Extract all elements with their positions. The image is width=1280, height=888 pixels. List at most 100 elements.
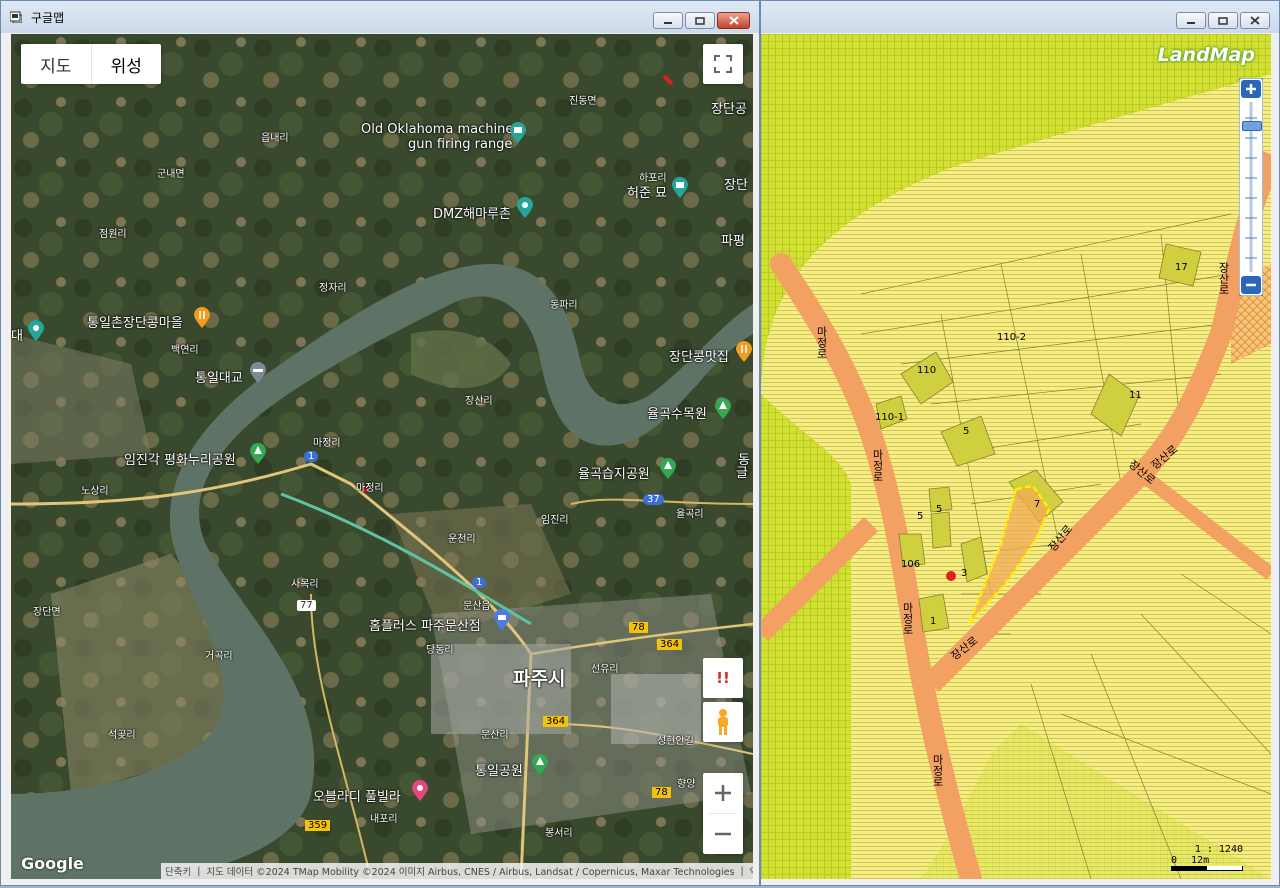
- map-label: 홈플러스 파주문산점: [369, 619, 481, 634]
- parcel-label: 5: [936, 504, 943, 515]
- map-label: 선유리: [591, 664, 619, 675]
- map-label: 마정리: [313, 438, 341, 449]
- close-button[interactable]: [1240, 12, 1270, 29]
- window-title: 구글맵: [31, 11, 65, 25]
- restaurant-icon[interactable]: [735, 341, 753, 363]
- maximize-icon: [695, 16, 705, 25]
- title-bar[interactable]: 구글맵: [1, 1, 759, 33]
- map-label: 통일촌장단콩마을: [87, 316, 183, 331]
- zoom-slider-thumb[interactable]: [1242, 121, 1262, 132]
- street-view-button[interactable]: [703, 702, 743, 742]
- map-label: 동파리: [550, 300, 578, 311]
- minimize-icon: [664, 21, 672, 24]
- close-button[interactable]: [717, 12, 750, 29]
- close-icon: [1250, 16, 1260, 25]
- map-label: 장산리: [465, 396, 493, 407]
- camera-icon[interactable]: [27, 320, 45, 342]
- map-label: 정자리: [319, 283, 347, 294]
- map-label: 점원리: [99, 229, 127, 240]
- zoom-out-icon: [715, 832, 731, 836]
- map-label: 백연리: [171, 345, 199, 356]
- attraction-icon[interactable]: [411, 780, 429, 802]
- fullscreen-icon: [714, 55, 732, 73]
- parcel-label: 5: [963, 426, 970, 437]
- road-label: 마정로: [901, 602, 914, 635]
- minimize-button[interactable]: [653, 12, 683, 29]
- parcel-label: 7: [1034, 499, 1041, 510]
- map-label: 율곡수목원: [647, 407, 707, 422]
- scale-distance: 12m: [1191, 855, 1210, 866]
- map-label: 석곶리: [108, 730, 136, 741]
- park-icon[interactable]: [531, 754, 549, 776]
- map-label: 율곡리: [676, 509, 704, 520]
- map-label: 사목리: [291, 579, 319, 590]
- restaurant-icon[interactable]: [193, 307, 211, 329]
- maximize-icon: [1218, 16, 1228, 25]
- zoom-in-button[interactable]: [1241, 80, 1261, 98]
- parcel-label: 11: [1129, 390, 1142, 401]
- close-icon: [728, 16, 739, 25]
- title-bar[interactable]: [761, 1, 1279, 33]
- map-label: 마정리: [356, 483, 384, 494]
- parcel-label: 110-2: [997, 332, 1027, 343]
- parcel-label: 110-1: [875, 412, 905, 423]
- maximize-button[interactable]: [685, 12, 715, 29]
- bridge-icon[interactable]: [249, 362, 267, 384]
- attraction-icon[interactable]: [509, 122, 527, 144]
- report-button[interactable]: !!: [703, 658, 743, 698]
- landmap-window: LandMap 17 110-2 110 110-1 11 5 5 5 7 10…: [760, 0, 1280, 886]
- map-label: 임진리: [541, 515, 569, 526]
- map-label: 오블라디 풀빌라: [313, 790, 401, 805]
- map-label: 성현안길: [657, 736, 694, 747]
- map-label: 읍내리: [261, 133, 289, 144]
- map-label: 진동면: [569, 96, 597, 107]
- map-label: 대: [11, 329, 23, 344]
- park-icon[interactable]: [714, 398, 732, 420]
- pegman-icon: [718, 709, 728, 735]
- cadastral-map[interactable]: LandMap 17 110-2 110 110-1 11 5 5 5 7 10…: [761, 34, 1271, 879]
- map-label: 율곡습지공원: [578, 467, 650, 482]
- zoom-in-button[interactable]: [703, 773, 743, 813]
- camera-icon[interactable]: [516, 197, 534, 219]
- map-label: 거곡리: [205, 651, 233, 662]
- map-label: 내포리: [370, 814, 398, 825]
- shopping-icon[interactable]: [493, 609, 511, 631]
- satellite-map[interactable]: 진동면 장단공 Old Oklahoma machine gun firing …: [11, 34, 753, 879]
- route-badge: 359: [305, 820, 331, 831]
- route-badge: 37: [643, 494, 664, 505]
- zoom-out-button[interactable]: [1241, 276, 1261, 294]
- scale-bar: 1 : 1240 0 12m: [1171, 844, 1243, 871]
- road-label: 마정로: [871, 449, 884, 482]
- zoom-out-button[interactable]: [703, 814, 743, 854]
- route-badge: 1: [472, 577, 487, 588]
- route-badge: 1: [304, 451, 319, 462]
- map-label: 글: [736, 466, 748, 481]
- map-label-city: 파주시: [513, 668, 566, 690]
- map-type-map-button[interactable]: 지도: [21, 44, 91, 84]
- zoom-control: [703, 773, 743, 854]
- route-badge: 364: [543, 716, 569, 727]
- route-badge: 364: [657, 639, 683, 650]
- scale-zero: 0: [1171, 855, 1178, 866]
- park-icon[interactable]: [249, 443, 267, 465]
- pin-icon: [946, 571, 956, 581]
- map-type-satellite-button[interactable]: 위성: [90, 44, 162, 84]
- scale-ratio: 1 : 1240: [1194, 844, 1243, 855]
- map-label: Old Oklahoma machine: [361, 122, 514, 137]
- parcel-label: 3: [961, 568, 968, 579]
- map-label: 군내면: [157, 169, 185, 180]
- park-icon[interactable]: [659, 458, 677, 480]
- map-label: 장단: [724, 178, 748, 193]
- map-label: gun firing range: [408, 137, 513, 152]
- google-logo[interactable]: Google: [21, 854, 84, 873]
- minimize-button[interactable]: [1176, 12, 1206, 29]
- map-label: DMZ해마루촌: [433, 207, 511, 222]
- map-label: 파평: [721, 234, 745, 249]
- attraction-icon[interactable]: [671, 177, 689, 199]
- terms-link[interactable]: 약관: [750, 864, 753, 878]
- map-label: 운천리: [448, 534, 476, 545]
- shortcuts-link[interactable]: 단축키: [165, 864, 191, 878]
- maximize-button[interactable]: [1208, 12, 1238, 29]
- fullscreen-button[interactable]: [703, 44, 743, 84]
- zoom-in-icon: [715, 785, 731, 801]
